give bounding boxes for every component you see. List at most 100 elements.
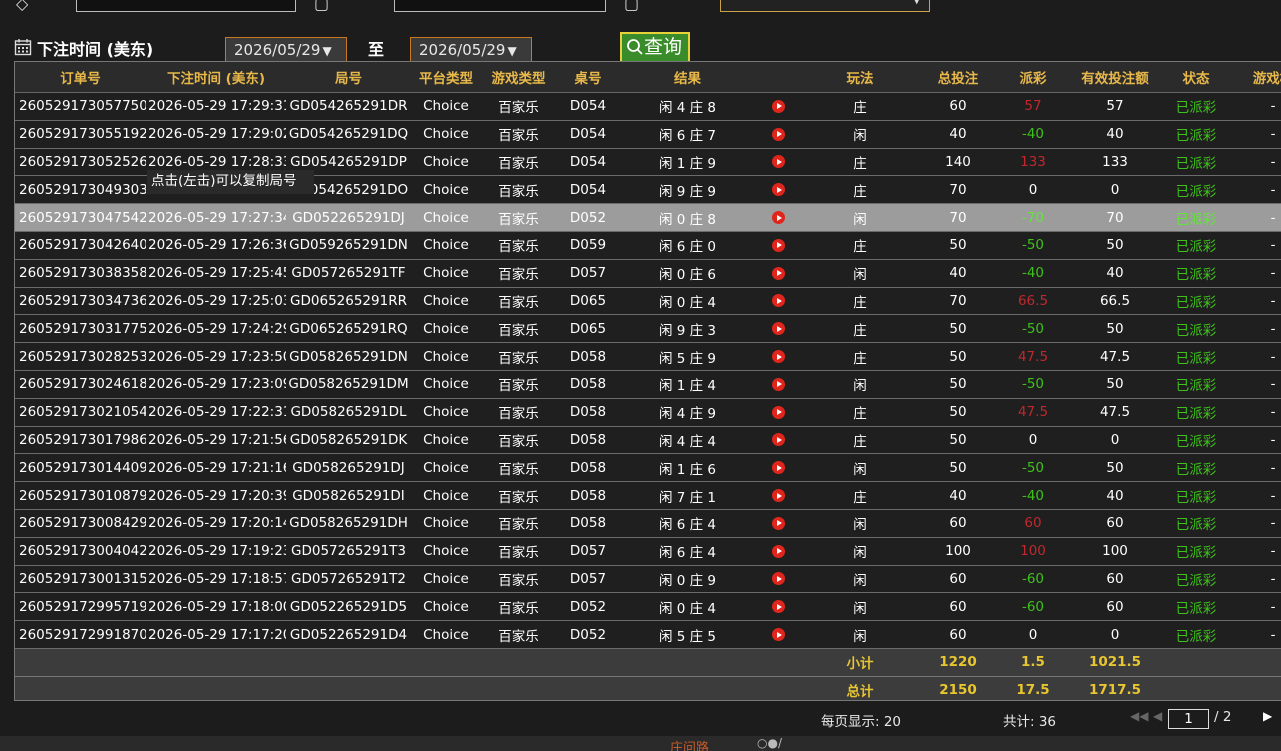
play-type-cell: 闲 xyxy=(801,537,919,566)
round-number-cell[interactable]: GD065265291RR xyxy=(286,287,411,316)
copy-round-tooltip: 点击(左击)可以复制局号 xyxy=(147,170,314,194)
payout-cell: -40 xyxy=(997,120,1069,149)
pagination: 每页显示: 20 共计: 36 ◀◀ ◀ 1 / 2 ▶ xyxy=(0,706,1281,732)
play-video-icon[interactable] xyxy=(771,489,785,503)
round-number-cell[interactable]: GD058265291DM xyxy=(286,370,411,399)
play-video-icon[interactable] xyxy=(771,628,785,642)
table-row[interactable]: 260529173008429 2026-05-29 17:20:14 GD0582… xyxy=(15,509,1281,538)
play-video-icon[interactable] xyxy=(771,183,785,197)
table-row[interactable]: 260529173034736 2026-05-29 17:25:03 GD0652… xyxy=(15,287,1281,316)
prev-page-icon[interactable]: ◀ xyxy=(1153,709,1162,723)
round-number-cell[interactable]: GD057265291TF xyxy=(286,259,411,288)
round-number-cell[interactable]: GD054265291DR xyxy=(286,92,411,121)
summary-cell xyxy=(556,648,620,677)
query-button[interactable]: 查询 xyxy=(620,32,690,63)
table-row[interactable]: 260529173024618 2026-05-29 17:23:09 GD0582… xyxy=(15,370,1281,399)
round-number-cell[interactable]: GD065265291RQ xyxy=(286,314,411,344)
round-number-cell[interactable]: GD058265291DH xyxy=(286,509,411,538)
total-row: 总计 2150 17.5 1717.5 xyxy=(15,676,1281,700)
table-row[interactable]: 260529173047542 2026-05-29 17:27:34 GD0522… xyxy=(15,203,1281,232)
round-number-cell[interactable]: GD052265291DJ xyxy=(286,203,411,232)
table-row[interactable]: 260529173038358 2026-05-29 17:25:45 GD0572… xyxy=(15,259,1281,288)
round-number-cell[interactable]: GD057265291T2 xyxy=(286,565,411,594)
round-number-cell[interactable]: GD058265291DK xyxy=(286,426,411,455)
chevron-down-icon: ▼ xyxy=(913,0,921,6)
round-number-cell[interactable]: GD058265291DI xyxy=(286,481,411,510)
platform-cell: Choice xyxy=(411,565,481,594)
date-from-picker[interactable]: 2026/05/29 ▼ xyxy=(225,37,347,63)
first-page-icon[interactable]: ◀◀ xyxy=(1130,709,1148,723)
bet-time-cell: 2026-05-29 17:29:31 xyxy=(146,92,286,121)
payout-cell: -50 xyxy=(997,453,1069,483)
total-bet-cell: 50 xyxy=(919,453,997,483)
table-row[interactable]: 260529173057750 2026-05-29 17:29:31 GD0542… xyxy=(15,92,1281,121)
table-row[interactable]: 260529173010879 2026-05-29 17:20:39 GD0582… xyxy=(15,481,1281,510)
play-video-icon[interactable] xyxy=(771,211,785,225)
round-input[interactable] xyxy=(394,0,606,12)
summary-cell xyxy=(620,676,755,700)
valid-bet-cell: 50 xyxy=(1069,231,1161,260)
replay-cell xyxy=(755,259,801,288)
result-cell: 闲 9 庄 3 xyxy=(620,314,755,344)
round-number-cell[interactable]: GD054265291DQ xyxy=(286,120,411,149)
result-cell: 闲 5 庄 9 xyxy=(620,342,755,371)
play-video-icon[interactable] xyxy=(771,377,785,391)
payout-cell: 47.5 xyxy=(997,398,1069,427)
play-video-icon[interactable] xyxy=(771,600,785,614)
table-number-cell: D058 xyxy=(556,481,620,510)
play-video-icon[interactable] xyxy=(771,516,785,530)
play-video-icon[interactable] xyxy=(771,322,785,336)
round-number-cell[interactable]: GD057265291T3 xyxy=(286,537,411,566)
play-type-cell: 庄 xyxy=(801,342,919,371)
play-video-icon[interactable] xyxy=(771,127,785,141)
round-number-cell[interactable]: GD058265291DN xyxy=(286,342,411,371)
platform-cell: Choice xyxy=(411,175,481,205)
page-number-input[interactable]: 1 xyxy=(1168,709,1209,729)
replay-cell xyxy=(755,175,801,205)
play-video-icon[interactable] xyxy=(771,405,785,419)
status-cell: 已派彩 xyxy=(1161,148,1231,177)
table-row[interactable]: 260529173042640 2026-05-29 17:26:36 GD0592… xyxy=(15,231,1281,260)
table-row[interactable]: 260529173001315 2026-05-29 17:18:57 GD0572… xyxy=(15,565,1281,594)
date-to-picker[interactable]: 2026/05/29 ▼ xyxy=(410,37,532,63)
table-row[interactable]: 260529173031775 2026-05-29 17:24:29 GD0652… xyxy=(15,314,1281,344)
table-row[interactable]: 260529173028253 2026-05-29 17:23:50 GD0582… xyxy=(15,342,1281,371)
play-video-icon[interactable] xyxy=(771,155,785,169)
order-number-cell: 260529173055192 xyxy=(15,120,146,149)
play-video-icon[interactable] xyxy=(771,461,785,475)
game-type-cell: 百家乐 xyxy=(481,426,556,455)
road-dots: ○●/ xyxy=(757,736,782,750)
game-mode-cell: - xyxy=(1231,453,1281,483)
play-video-icon[interactable] xyxy=(771,572,785,586)
round-number-cell[interactable]: GD058265291DJ xyxy=(286,453,411,483)
play-video-icon[interactable] xyxy=(771,350,785,364)
round-number-cell[interactable]: GD059265291DN xyxy=(286,231,411,260)
play-video-icon[interactable] xyxy=(771,266,785,280)
table-row[interactable]: 260529172991870 2026-05-29 17:17:20 GD0522… xyxy=(15,620,1281,649)
play-video-icon[interactable] xyxy=(771,294,785,308)
platform-cell: Choice xyxy=(411,120,481,149)
table-row[interactable]: 260529173017986 2026-05-29 17:21:56 GD0582… xyxy=(15,426,1281,455)
status-cell: 已派彩 xyxy=(1161,370,1231,399)
result-cell: 闲 0 庄 9 xyxy=(620,565,755,594)
next-page-icon[interactable]: ▶ xyxy=(1263,709,1272,723)
round-number-cell[interactable]: GD052265291D4 xyxy=(286,620,411,649)
play-video-icon[interactable] xyxy=(771,433,785,447)
table-row[interactable]: 260529173014409 2026-05-29 17:21:16 GD0582… xyxy=(15,453,1281,483)
table-row[interactable]: 260529173021054 2026-05-29 17:22:31 GD0582… xyxy=(15,398,1281,427)
table-row[interactable]: 260529173004042 2026-05-29 17:19:23 GD0572… xyxy=(15,537,1281,566)
bet-time-cell: 2026-05-29 17:24:29 xyxy=(146,314,286,344)
play-video-icon[interactable] xyxy=(771,544,785,558)
status-cell: 已派彩 xyxy=(1161,287,1231,316)
result-cell: 闲 6 庄 4 xyxy=(620,509,755,538)
order-input[interactable] xyxy=(76,0,296,12)
result-cell: 闲 0 庄 8 xyxy=(620,203,755,232)
play-video-icon[interactable] xyxy=(771,99,785,113)
table-row[interactable]: 260529172995719 2026-05-29 17:18:00 GD0522… xyxy=(15,592,1281,622)
valid-bet-cell: 70 xyxy=(1069,203,1161,232)
type-select[interactable]: ▼ xyxy=(720,0,930,12)
table-row[interactable]: 260529173055192 2026-05-29 17:29:02 GD0542… xyxy=(15,120,1281,149)
round-number-cell[interactable]: GD058265291DL xyxy=(286,398,411,427)
round-number-cell[interactable]: GD052265291D5 xyxy=(286,592,411,622)
play-video-icon[interactable] xyxy=(771,238,785,252)
